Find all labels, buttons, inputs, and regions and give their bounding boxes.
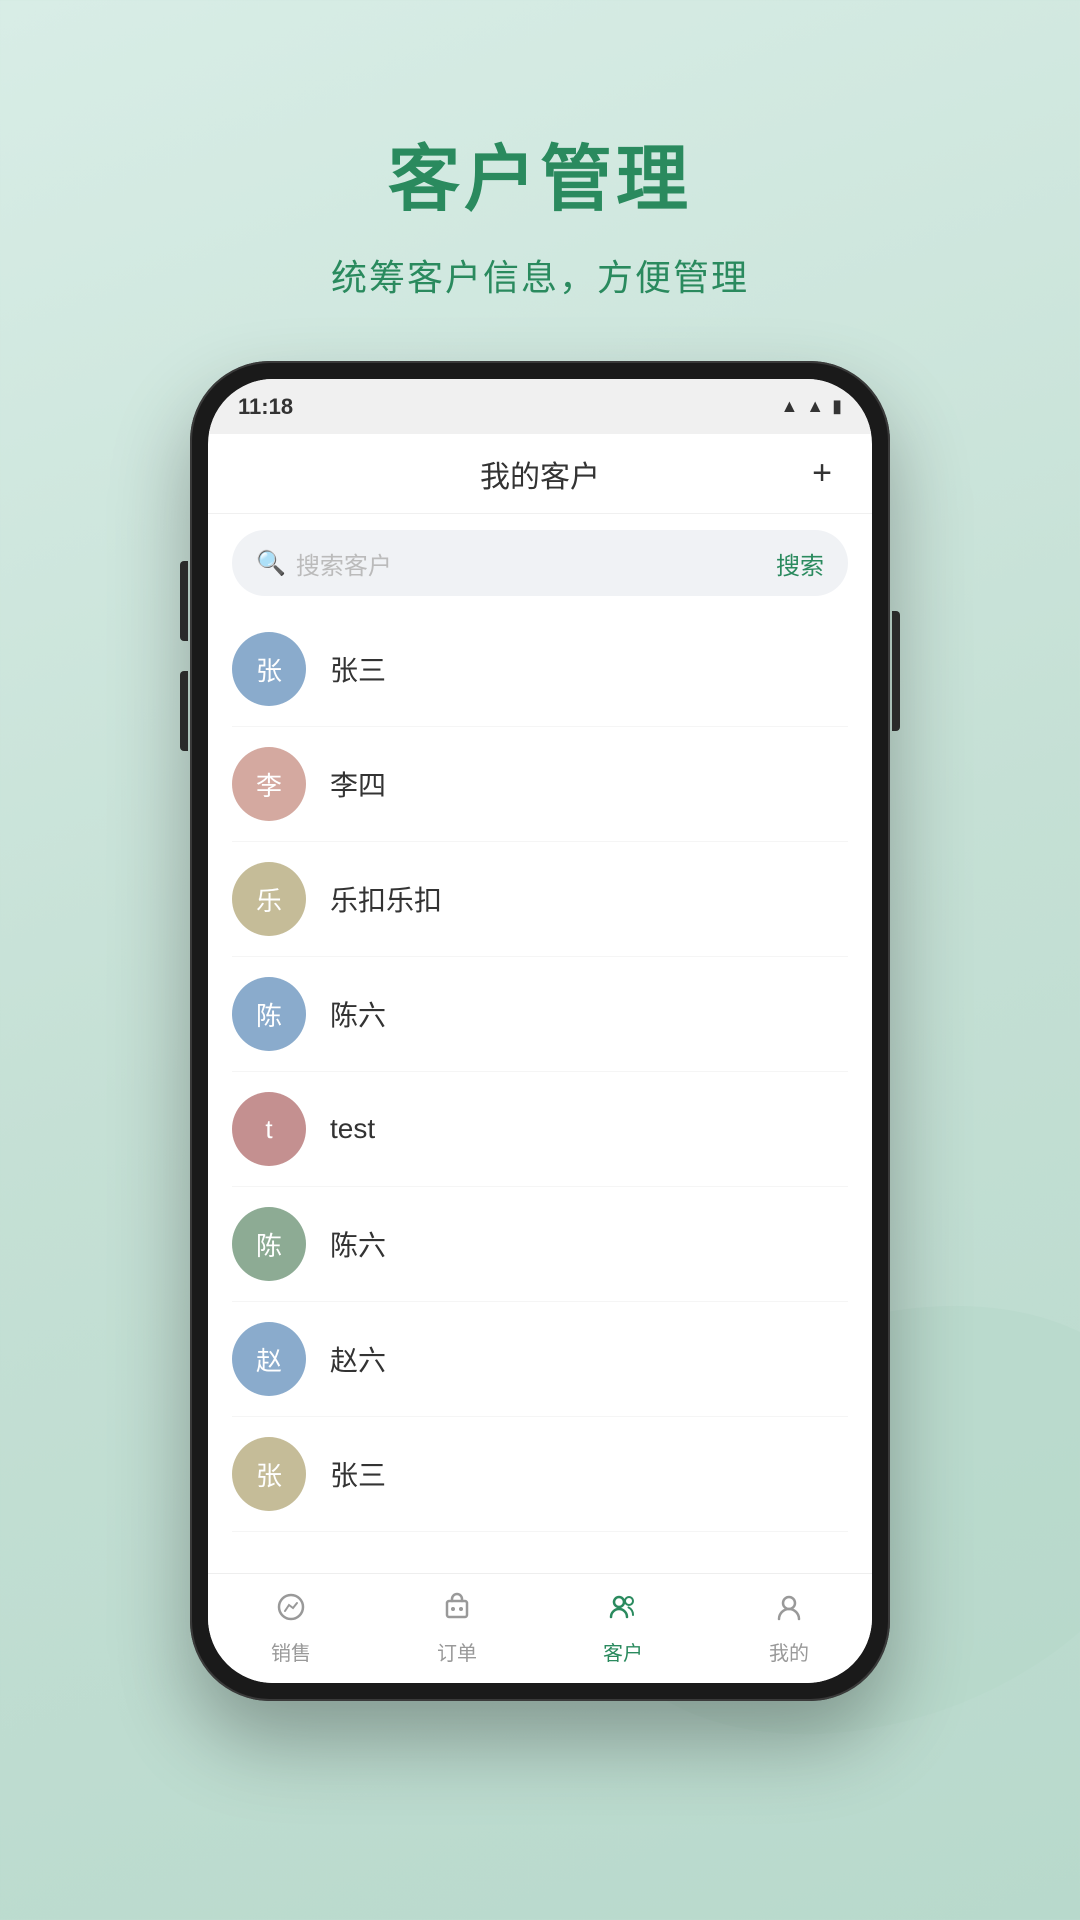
search-container: 🔍 搜索客户 搜索	[208, 514, 872, 612]
customer-name: 乐扣乐扣	[330, 879, 442, 919]
status-time: 11:18	[238, 394, 293, 420]
customer-name: 张三	[330, 1454, 386, 1494]
list-item[interactable]: 陈陈六	[232, 957, 848, 1072]
avatar: 张	[232, 632, 306, 706]
avatar: 陈	[232, 1207, 306, 1281]
add-customer-button[interactable]: +	[802, 454, 842, 494]
search-icon: 🔍	[256, 549, 286, 578]
mine-nav-icon	[773, 1591, 805, 1631]
power-btn	[892, 611, 900, 731]
mine-nav-label: 我的	[769, 1637, 809, 1666]
avatar: 李	[232, 747, 306, 821]
avatar: t	[232, 1092, 306, 1166]
nav-item-sales[interactable]: 销售	[208, 1591, 374, 1666]
nav-item-mine[interactable]: 我的	[706, 1591, 872, 1666]
wifi-icon: ▲	[780, 396, 798, 417]
avatar: 乐	[232, 862, 306, 936]
list-item[interactable]: 张张三	[232, 612, 848, 727]
header-title: 我的客户	[480, 452, 600, 496]
customer-name: 李四	[330, 764, 386, 804]
list-item[interactable]: 陈陈六	[232, 1187, 848, 1302]
customer-name: 赵六	[330, 1339, 386, 1379]
customers-nav-icon	[607, 1591, 639, 1631]
search-bar[interactable]: 🔍 搜索客户 搜索	[232, 530, 848, 596]
vol-up-btn	[180, 561, 188, 641]
list-item[interactable]: 赵赵六	[232, 1302, 848, 1417]
sales-nav-icon	[275, 1591, 307, 1631]
phone-mockup: 11:18 ▲ ▲ ▮ 我的客户 + 🔍 搜索客户 搜索 张张三李李四乐乐扣乐扣…	[190, 361, 890, 1701]
avatar: 赵	[232, 1322, 306, 1396]
battery-icon: ▮	[832, 396, 842, 417]
avatar: 张	[232, 1437, 306, 1511]
page-title: 客户管理	[388, 120, 692, 225]
orders-nav-label: 订单	[437, 1637, 477, 1666]
signal-icon: ▲	[806, 396, 824, 417]
customer-name: test	[330, 1113, 375, 1145]
list-item[interactable]: 乐乐扣乐扣	[232, 842, 848, 957]
customers-nav-label: 客户	[603, 1637, 643, 1666]
nav-item-orders[interactable]: 订单	[374, 1591, 540, 1666]
customer-name: 陈六	[330, 1224, 386, 1264]
bottom-nav: 销售 订单 客户 我的	[208, 1573, 872, 1683]
customer-name: 张三	[330, 649, 386, 689]
status-icons: ▲ ▲ ▮	[780, 396, 842, 417]
app-header: 我的客户 +	[208, 434, 872, 514]
list-item[interactable]: 李李四	[232, 727, 848, 842]
customer-list: 张张三李李四乐乐扣乐扣陈陈六ttest陈陈六赵赵六张张三	[208, 612, 872, 1573]
sales-nav-label: 销售	[271, 1637, 311, 1666]
list-item[interactable]: ttest	[232, 1072, 848, 1187]
status-bar: 11:18 ▲ ▲ ▮	[208, 379, 872, 434]
vol-down-btn	[180, 671, 188, 751]
list-item[interactable]: 张张三	[232, 1417, 848, 1532]
orders-nav-icon	[441, 1591, 473, 1631]
search-input[interactable]: 搜索客户	[296, 546, 766, 581]
page-subtitle: 统筹客户信息，方便管理	[331, 249, 749, 301]
avatar: 陈	[232, 977, 306, 1051]
customer-name: 陈六	[330, 994, 386, 1034]
nav-item-customers[interactable]: 客户	[540, 1591, 706, 1666]
phone-screen: 11:18 ▲ ▲ ▮ 我的客户 + 🔍 搜索客户 搜索 张张三李李四乐乐扣乐扣…	[208, 379, 872, 1683]
search-button[interactable]: 搜索	[776, 546, 824, 581]
